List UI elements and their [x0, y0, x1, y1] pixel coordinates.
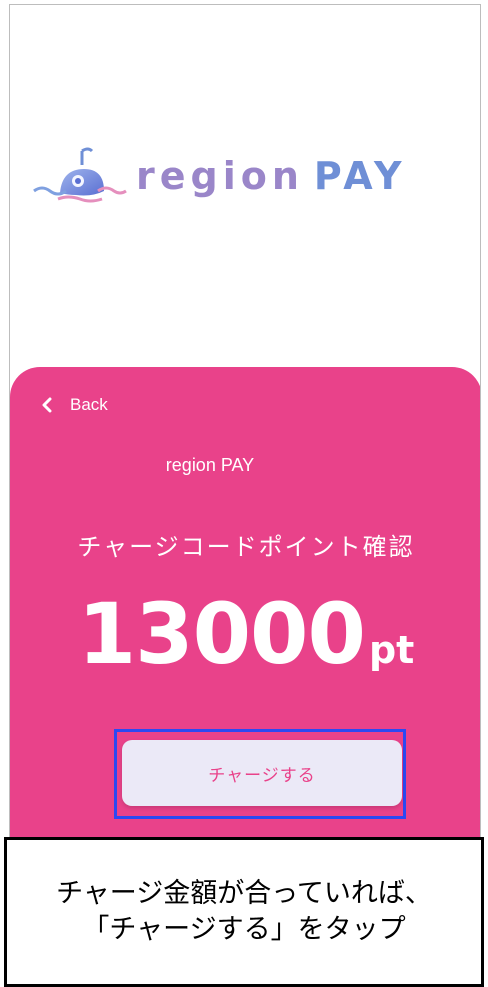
back-button[interactable]: Back	[38, 395, 108, 415]
charge-button[interactable]: チャージする	[122, 740, 402, 806]
whale-logo-icon	[33, 147, 127, 203]
logo-text-region: region	[136, 154, 304, 198]
caption-line-1: チャージ金額が合っていれば、	[56, 877, 432, 909]
region-pay-logo: region PAY	[32, 131, 472, 221]
caption-line-2: 「チャージする」をタップ	[82, 914, 406, 945]
back-label: Back	[70, 395, 108, 414]
page-title: チャージコードポイント確認	[77, 533, 415, 561]
amount-value: 13000	[77, 585, 366, 683]
logo-text-pay: PAY	[313, 154, 407, 198]
instruction-caption: チャージ金額が合っていれば、 「チャージする」をタップ	[4, 837, 484, 987]
chevron-left-icon	[38, 396, 56, 414]
charge-amount: 13000 pt	[10, 592, 480, 676]
amount-unit: pt	[368, 628, 415, 672]
logo-text: region PAY	[136, 157, 407, 195]
service-name: region PAY	[165, 455, 255, 475]
